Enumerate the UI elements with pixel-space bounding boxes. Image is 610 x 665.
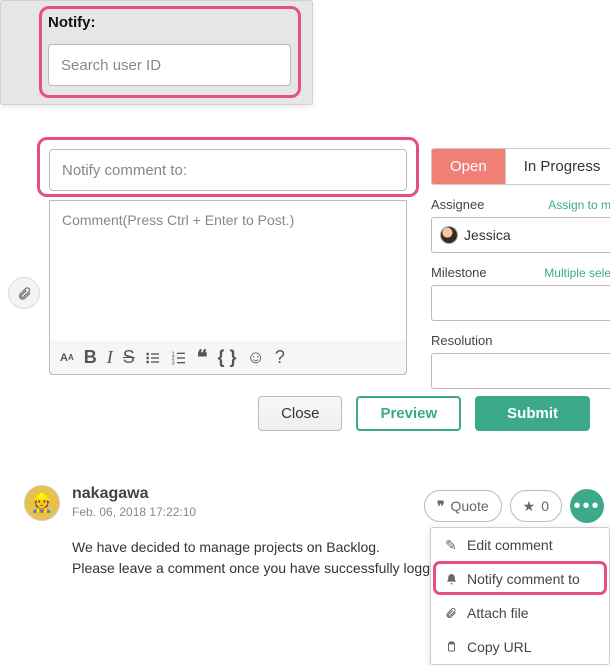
bell-icon [443,573,459,586]
resolution-label: Resolution [431,333,492,348]
number-list-icon[interactable]: 123 [171,350,187,366]
emoji-icon[interactable]: ☺ [247,347,265,368]
star-button[interactable]: ★ 0 [510,490,562,522]
italic-icon[interactable]: I [107,347,113,368]
submit-button[interactable]: Submit [475,396,590,431]
code-icon[interactable]: { } [218,347,237,368]
menu-copy-url[interactable]: Copy URL [431,630,609,664]
milestone-select[interactable] [431,285,610,321]
quote-button[interactable]: ❞ Quote [424,490,502,522]
status-tabs: Open In Progress [431,148,610,185]
assignee-value: Jessica [464,227,511,243]
aa-icon[interactable]: AA [60,352,74,364]
comment-author: nakagawa [72,485,446,503]
menu-notify-comment[interactable]: Notify comment to [431,562,609,596]
tab-in-progress[interactable]: In Progress [505,149,610,184]
highlight-box [37,137,419,197]
existing-comment: 👷 nakagawa Feb. 06, 2018 17:22:10 We hav… [0,464,610,642]
attach-file-button[interactable] [8,277,40,309]
quote-icon[interactable]: ❝ [197,345,208,370]
issue-sidebar: Open In Progress Assignee Assign to m Je… [431,148,610,389]
strike-icon[interactable]: S [123,347,135,368]
notify-search-input[interactable] [48,44,291,86]
more-actions-button[interactable]: ••• [570,489,604,523]
assignee-select[interactable]: Jessica [431,217,610,253]
assignee-label: Assignee [431,197,484,212]
help-icon[interactable]: ? [275,347,285,368]
svg-text:3: 3 [171,360,174,365]
tab-open[interactable]: Open [432,149,505,184]
avatar [440,226,458,244]
comment-timestamp: Feb. 06, 2018 17:22:10 [72,505,446,519]
multiple-select-link[interactable]: Multiple sele [544,266,610,280]
notify-popover: Notify: [0,0,313,105]
editor-toolbar: AA B I S 123 ❝ { } ☺ ? [49,341,407,375]
paperclip-icon [443,607,459,619]
star-icon: ★ [523,498,536,515]
menu-attach-file[interactable]: Attach file [431,596,609,630]
notify-label: Notify: [48,14,96,31]
avatar: 👷 [24,485,60,521]
bullet-list-icon[interactable] [145,350,161,366]
milestone-label: Milestone [431,265,487,280]
preview-button[interactable]: Preview [356,396,461,431]
quote-icon: ❞ [437,498,445,515]
comment-body: We have decided to manage projects on Ba… [72,537,446,579]
action-buttons: Close Preview Submit [0,396,590,431]
resolution-select[interactable] [431,353,610,389]
close-button[interactable]: Close [258,396,342,431]
comment-actions-menu: ✎ Edit comment Notify comment to Attach … [430,527,610,665]
bold-icon[interactable]: B [84,347,97,368]
assign-to-me-link[interactable]: Assign to m [548,198,610,212]
clipboard-icon [443,641,459,653]
menu-edit-comment[interactable]: ✎ Edit comment [431,528,609,562]
comment-composer: Comment(Press Ctrl + Enter to Post.) AA … [0,134,610,444]
pencil-icon: ✎ [443,537,459,554]
